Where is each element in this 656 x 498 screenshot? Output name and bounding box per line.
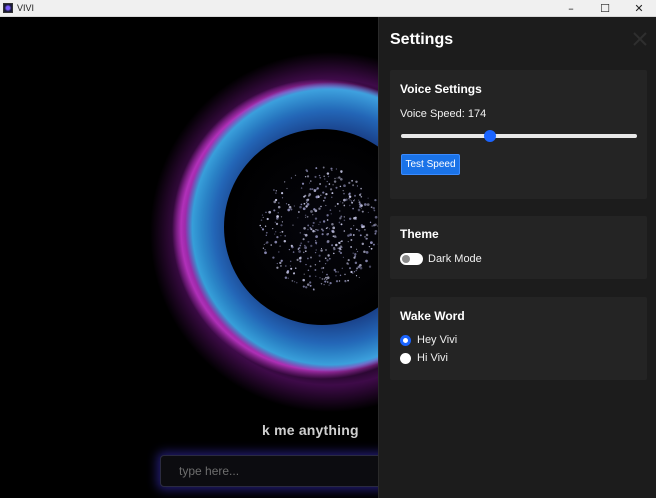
settings-panel: Settings Voice Settings Voice Speed: 174… — [378, 17, 656, 498]
test-speed-button[interactable]: Test Speed — [401, 154, 460, 175]
voice-speed-slider-thumb[interactable] — [483, 130, 496, 142]
voice-speed-label: Voice Speed: 174 — [400, 108, 487, 120]
prompt-text-prefix: k — [262, 422, 270, 438]
wake-word-radio-hey-vivi[interactable] — [400, 335, 411, 346]
voice-speed-slider[interactable] — [401, 130, 637, 142]
wake-word-card: Wake Word Hey Vivi Hi Vivi — [390, 297, 647, 380]
wake-word-heading: Wake Word — [400, 309, 465, 323]
wake-word-option-hey-vivi: Hey Vivi — [417, 334, 458, 346]
wake-word-radio-hi-vivi[interactable] — [400, 353, 411, 364]
dark-mode-label: Dark Mode — [428, 253, 482, 265]
settings-title: Settings — [390, 31, 454, 48]
app-logo-icon — [3, 3, 13, 13]
minimize-button[interactable]: – — [554, 0, 588, 16]
close-window-button[interactable]: ✕ — [622, 0, 656, 16]
prompt-text-main: me anything — [274, 422, 359, 438]
prompt-text: k me anything — [262, 422, 359, 438]
voice-settings-heading: Voice Settings — [400, 82, 482, 96]
maximize-button[interactable]: ☐ — [588, 0, 622, 16]
window-controls: – ☐ ✕ — [554, 0, 656, 16]
theme-card: Theme Dark Mode — [390, 216, 647, 279]
theme-heading: Theme — [400, 227, 439, 241]
window-title: VIVI — [17, 3, 35, 13]
window-titlebar: VIVI – ☐ ✕ — [0, 0, 656, 17]
close-icon[interactable] — [632, 31, 648, 47]
voice-settings-card: Voice Settings Voice Speed: 174 Test Spe… — [390, 70, 647, 199]
wake-word-option-hi-vivi: Hi Vivi — [417, 352, 448, 364]
dark-mode-toggle-knob — [402, 255, 410, 263]
dark-mode-toggle[interactable] — [400, 253, 423, 265]
